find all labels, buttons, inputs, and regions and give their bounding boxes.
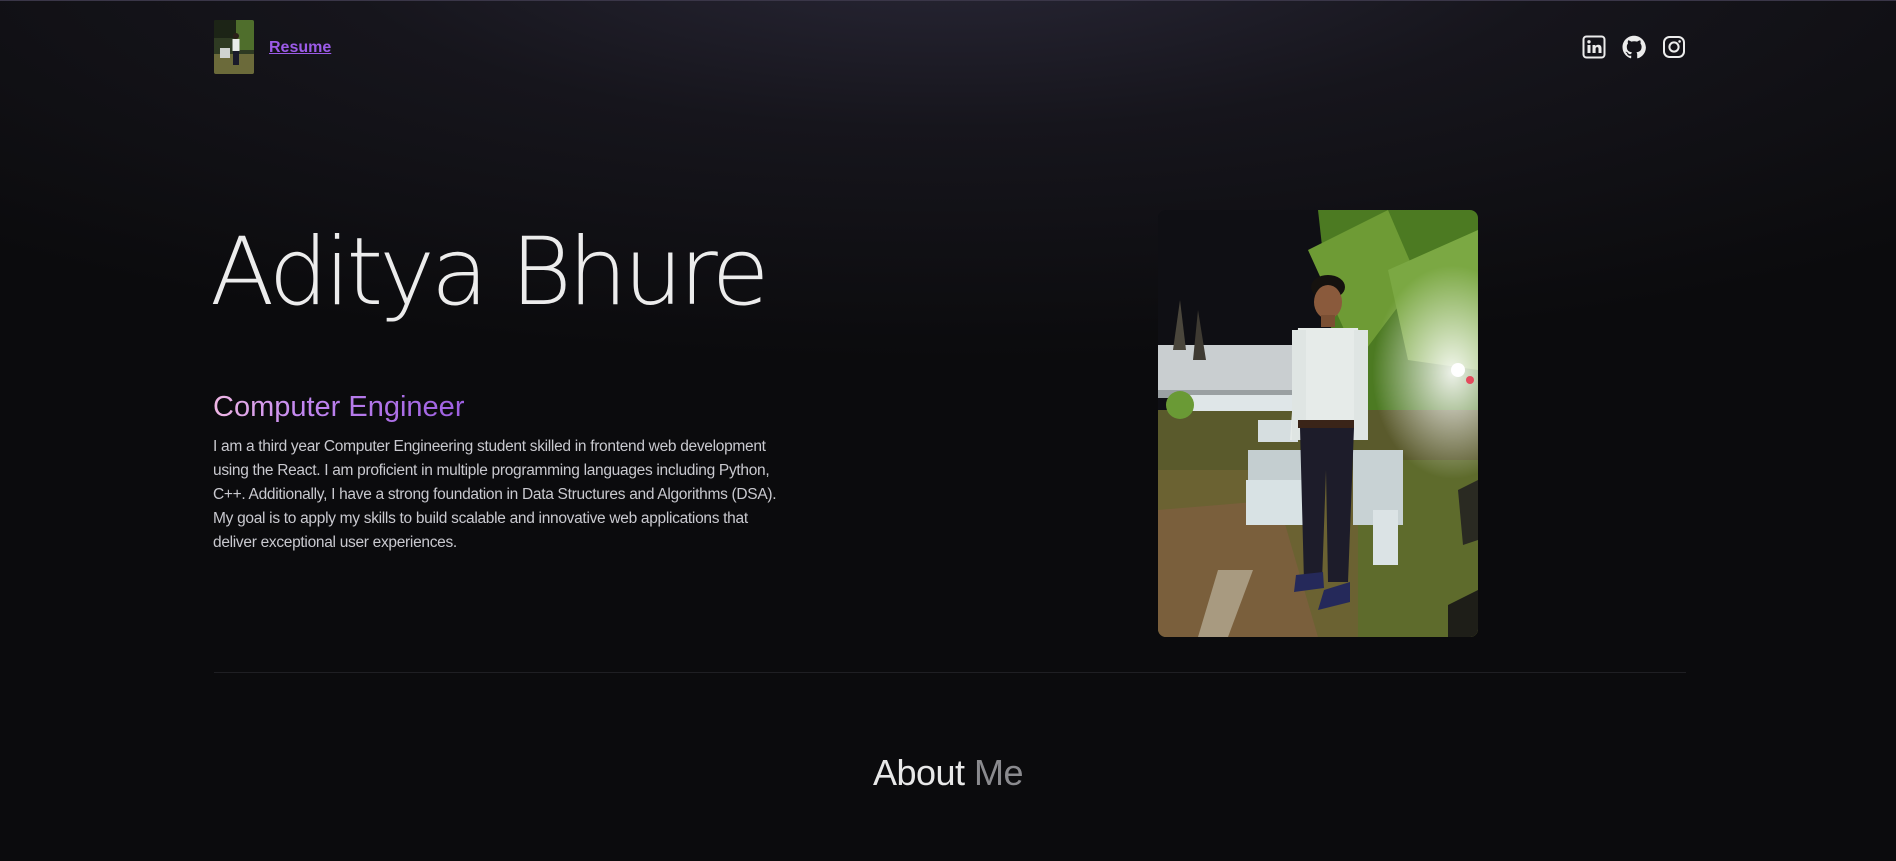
- about-heading-word1: About: [872, 752, 965, 793]
- avatar[interactable]: [214, 20, 254, 74]
- social-links: [1582, 35, 1686, 59]
- top-border: [0, 0, 1896, 1]
- hero-name: Aditya Bhure: [210, 218, 770, 327]
- profile-photo: [1158, 210, 1478, 637]
- hero-bio: I am a third year Computer Engineering s…: [213, 438, 777, 551]
- resume-link[interactable]: Resume: [269, 39, 331, 57]
- hero-role: Computer Engineer: [213, 391, 465, 423]
- linkedin-icon[interactable]: [1582, 35, 1606, 59]
- github-icon[interactable]: [1622, 35, 1646, 59]
- instagram-icon[interactable]: [1662, 35, 1686, 59]
- navbar: Resume: [214, 20, 1686, 74]
- avatar-image: [214, 20, 254, 74]
- about-me-heading: About Me: [0, 752, 1896, 794]
- section-divider: [214, 672, 1686, 673]
- about-heading-word2: Me: [974, 752, 1024, 793]
